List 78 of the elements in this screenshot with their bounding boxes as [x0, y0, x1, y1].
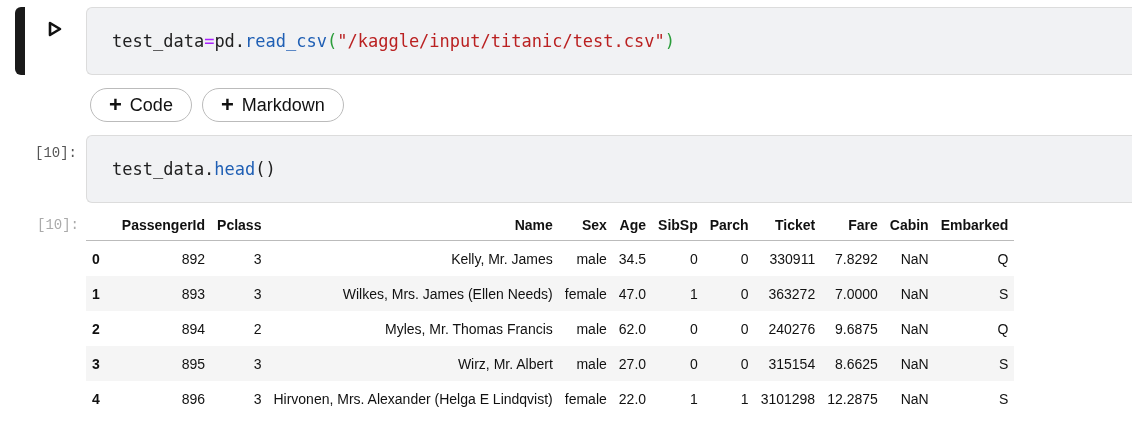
column-header: Age [612, 213, 653, 241]
table-cell: 34.5 [612, 240, 653, 276]
table-cell: 22.0 [612, 381, 653, 416]
table-cell: NaN [883, 346, 935, 381]
table-cell: 0 [703, 346, 755, 381]
table-cell: S [934, 276, 1015, 311]
table-cell: 7.0000 [821, 276, 884, 311]
table-cell: S [934, 381, 1015, 416]
table-cell: Wilkes, Mrs. James (Ellen Needs) [267, 276, 559, 311]
code-editor[interactable]: test_data=pd.read_csv("/kaggle/input/titanic/test.csv") [86, 7, 1132, 75]
table-cell: 0 [652, 346, 704, 381]
table-cell: Myles, Mr. Thomas Francis [267, 311, 559, 346]
table-cell: male [558, 311, 613, 346]
table-cell: 0 [703, 276, 755, 311]
table-cell: 1 [652, 276, 704, 311]
column-header: Pclass [211, 213, 268, 241]
table-cell: male [558, 346, 613, 381]
table-cell: NaN [883, 311, 935, 346]
table-cell: 27.0 [612, 346, 653, 381]
run-icon[interactable] [48, 21, 62, 37]
column-header: Parch [703, 213, 755, 241]
column-header: Name [267, 213, 559, 241]
table-cell: female [558, 276, 613, 311]
table-cell: 9.6875 [821, 311, 884, 346]
table-cell: 3 [211, 240, 268, 276]
table-cell: Kelly, Mr. James [267, 240, 559, 276]
table-cell: 3 [211, 346, 268, 381]
table-cell: Q [934, 311, 1015, 346]
table-cell: male [558, 240, 613, 276]
table-cell: 330911 [754, 240, 822, 276]
row-index: 2 [86, 311, 116, 346]
table-cell: 0 [703, 311, 755, 346]
table-cell: 1 [703, 381, 755, 416]
table-cell: 62.0 [612, 311, 653, 346]
table-cell: NaN [883, 381, 935, 416]
table-cell: NaN [883, 240, 935, 276]
table-cell: female [558, 381, 613, 416]
row-index: 4 [86, 381, 116, 416]
table-cell: Q [934, 240, 1015, 276]
add-cell-button[interactable]: + Code [90, 88, 192, 122]
table-cell: 895 [115, 346, 212, 381]
output-count: [10]: [37, 217, 79, 233]
row-index: 1 [86, 276, 116, 311]
table-cell: Hirvonen, Mrs. Alexander (Helga E Lindqvist) [267, 381, 559, 416]
table-cell: 363272 [754, 276, 822, 311]
table-cell: 3 [211, 276, 268, 311]
table-cell: 1 [652, 381, 704, 416]
column-header: Fare [821, 213, 884, 241]
table-cell: 3101298 [754, 381, 822, 416]
table-cell: 0 [703, 240, 755, 276]
table-cell: 47.0 [612, 276, 653, 311]
table-cell: 12.2875 [821, 381, 884, 416]
table-cell: 2 [211, 311, 268, 346]
execution-count: [10]: [35, 145, 77, 161]
code-editor[interactable]: test_data.head() [86, 135, 1132, 203]
table-cell: Wirz, Mr. Albert [267, 346, 559, 381]
table-cell: NaN [883, 276, 935, 311]
column-header: Embarked [934, 213, 1015, 241]
column-header: SibSp [652, 213, 704, 241]
table-cell: 894 [115, 311, 212, 346]
column-header: PassengerId [115, 213, 212, 241]
row-index: 0 [86, 240, 116, 276]
table-cell: 0 [652, 240, 704, 276]
column-header: Cabin [883, 213, 935, 241]
column-header: Sex [558, 213, 613, 241]
table-cell: 315154 [754, 346, 822, 381]
table-cell: 8.6625 [821, 346, 884, 381]
table-cell: 893 [115, 276, 212, 311]
add-cell-button[interactable]: + Markdown [201, 88, 344, 122]
table-cell: 896 [115, 381, 212, 416]
table-cell: 240276 [754, 311, 822, 346]
row-index: 3 [86, 346, 116, 381]
column-header: Ticket [754, 213, 822, 241]
table-cell: 0 [652, 311, 704, 346]
table-cell: 3 [211, 381, 268, 416]
table-cell: 892 [115, 240, 212, 276]
table-cell: S [934, 346, 1015, 381]
table-cell: 7.8292 [821, 240, 884, 276]
